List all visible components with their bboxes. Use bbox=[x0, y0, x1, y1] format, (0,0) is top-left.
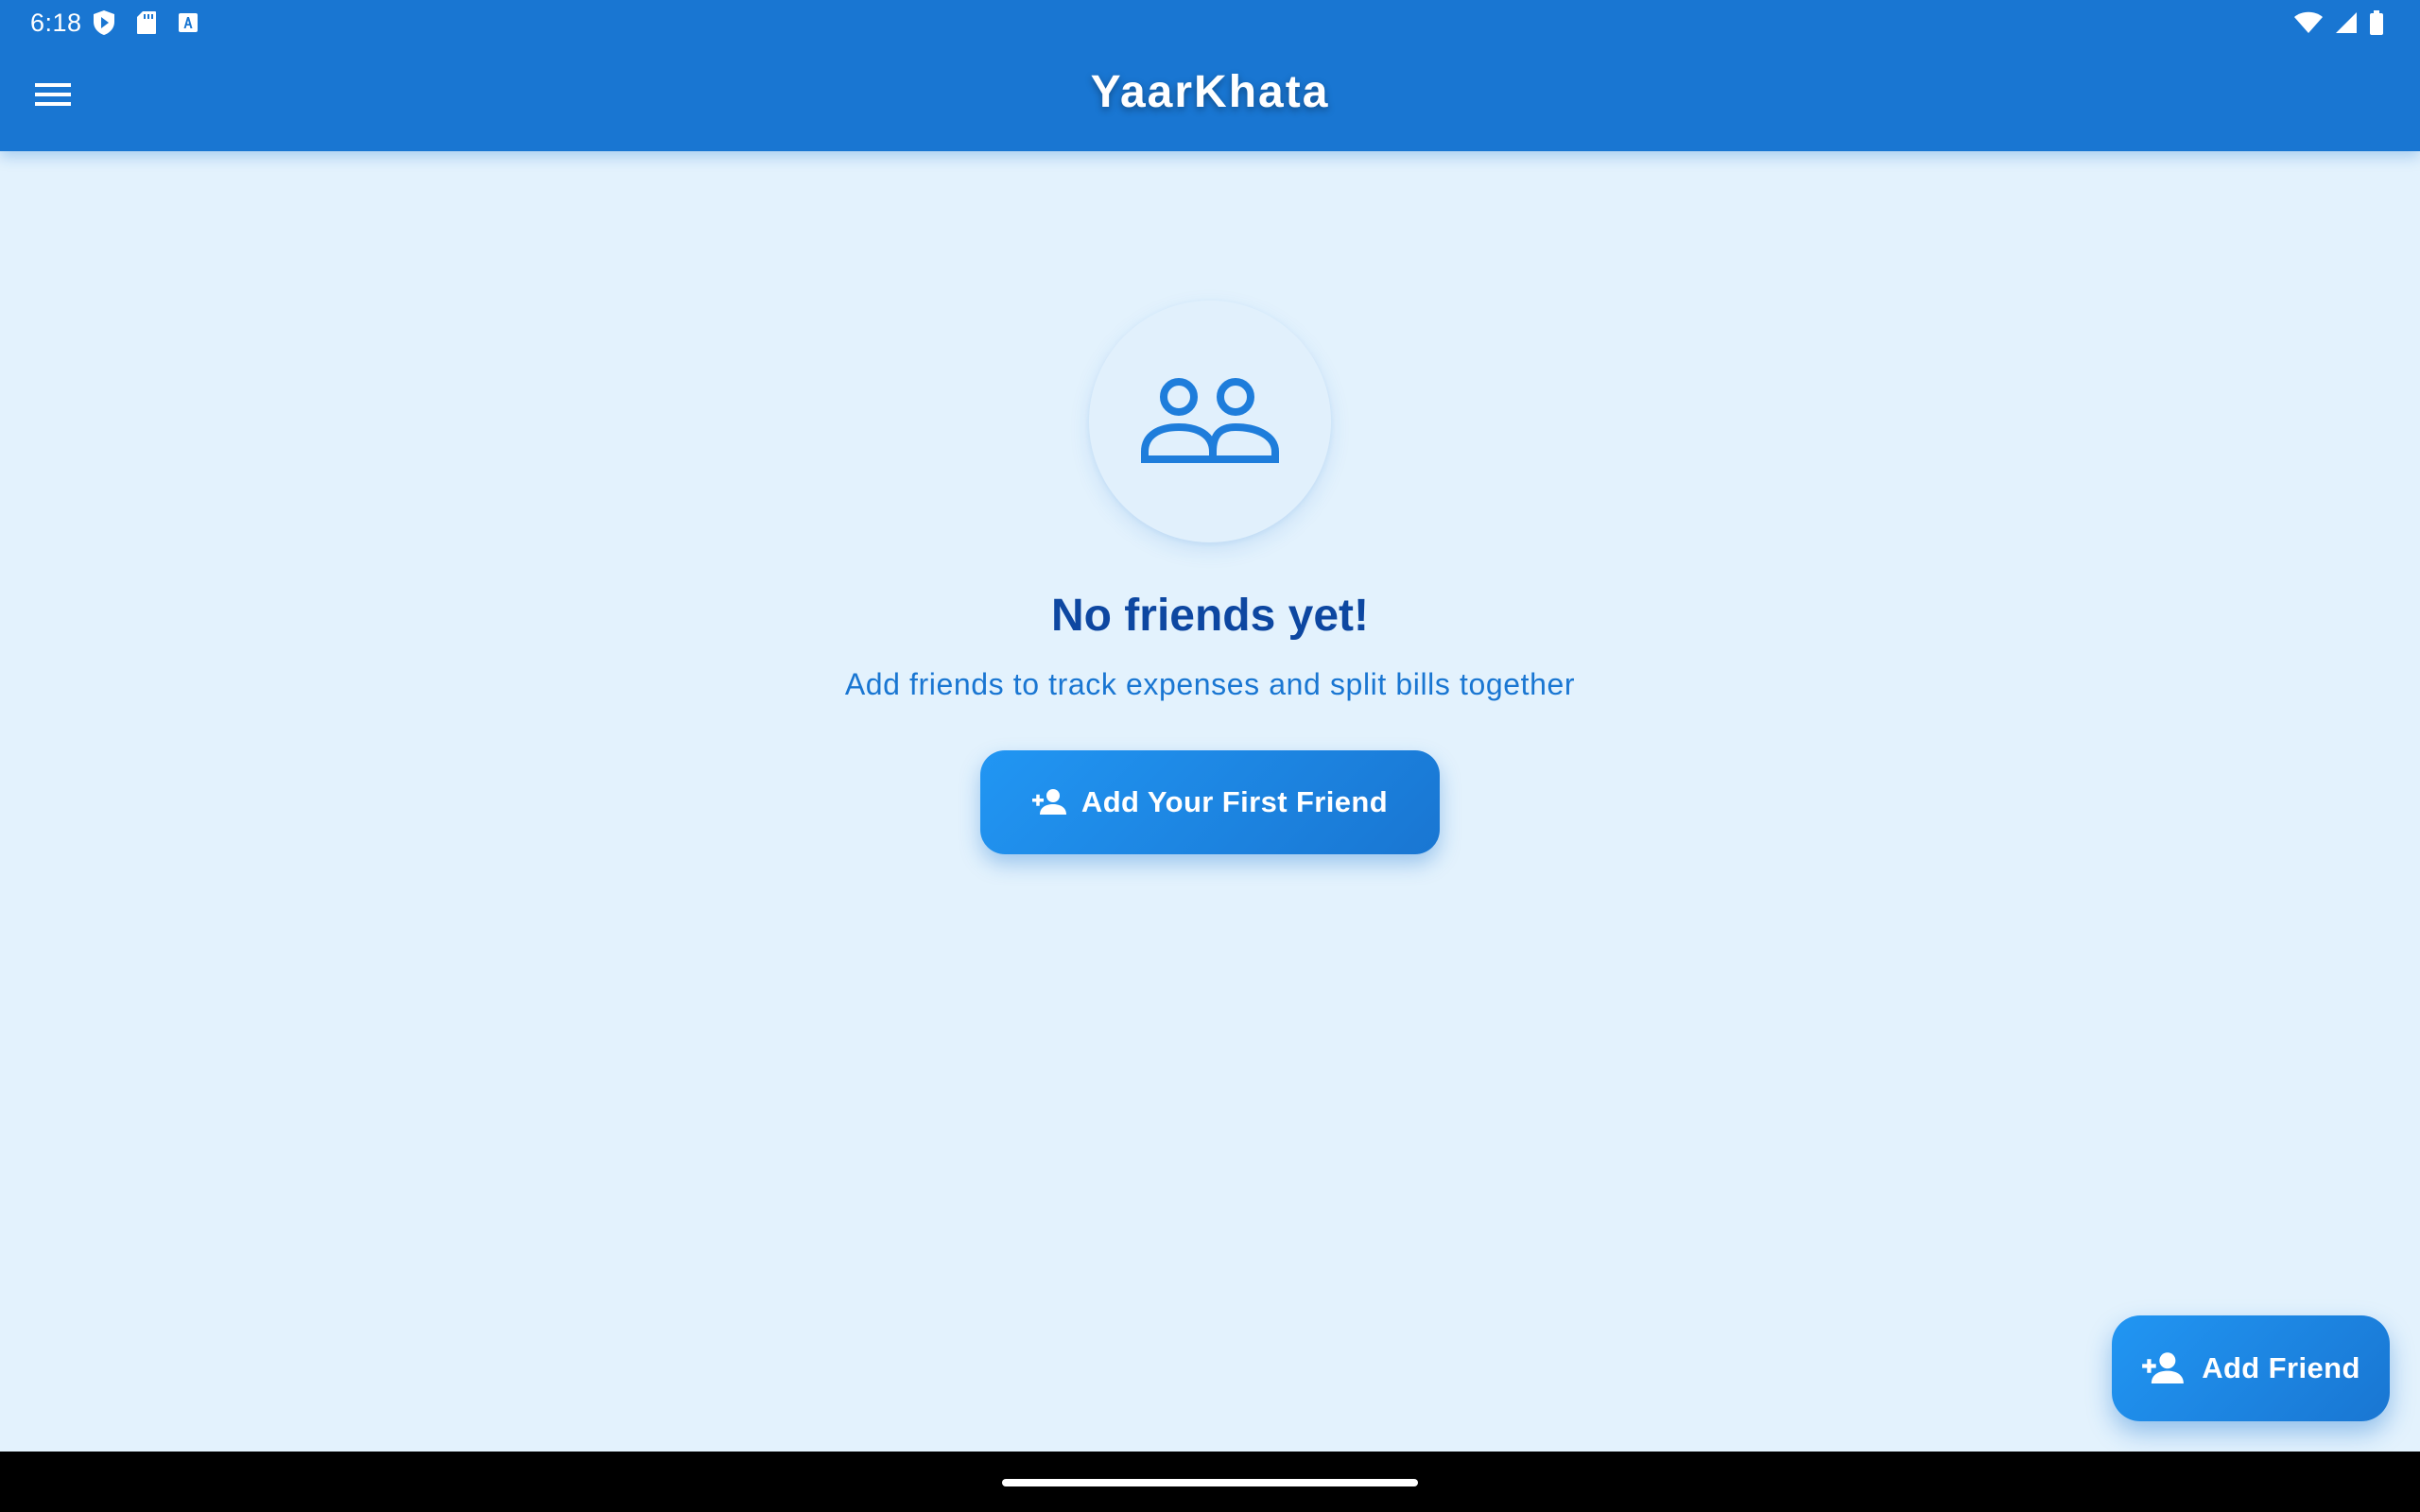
sd-card-icon bbox=[136, 10, 157, 35]
empty-state: No friends yet! Add friends to track exp… bbox=[0, 301, 2420, 854]
add-friend-fab-label: Add Friend bbox=[2202, 1351, 2360, 1384]
people-outline-icon bbox=[1139, 372, 1281, 472]
home-indicator[interactable] bbox=[1002, 1479, 1418, 1486]
person-add-icon bbox=[2141, 1351, 2185, 1386]
keyboard-a-icon bbox=[178, 12, 199, 33]
cellular-signal-icon bbox=[2335, 11, 2358, 34]
add-first-friend-button[interactable]: Add Your First Friend bbox=[980, 750, 1440, 854]
battery-icon bbox=[2369, 10, 2384, 35]
empty-state-subtitle: Add friends to track expenses and split … bbox=[844, 667, 1576, 701]
app-title: YaarKhata bbox=[1090, 67, 1330, 117]
shield-play-icon bbox=[93, 9, 115, 36]
empty-state-title: No friends yet! bbox=[1050, 591, 1370, 641]
status-left-icons bbox=[93, 9, 199, 36]
empty-state-avatar bbox=[1089, 301, 1331, 542]
app-bar: YaarKhata bbox=[0, 45, 2420, 151]
status-time: 6:18 bbox=[30, 9, 82, 37]
top-app-area: 6:18 YaarKhata bbox=[0, 0, 2420, 151]
person-add-icon bbox=[1031, 788, 1066, 817]
status-bar: 6:18 bbox=[0, 0, 2420, 45]
gesture-nav-bar bbox=[0, 1452, 2420, 1512]
wifi-icon bbox=[2293, 11, 2324, 34]
add-first-friend-label: Add Your First Friend bbox=[1080, 785, 1389, 818]
add-friend-fab[interactable]: Add Friend bbox=[2112, 1315, 2390, 1421]
status-right-icons bbox=[2293, 10, 2384, 35]
